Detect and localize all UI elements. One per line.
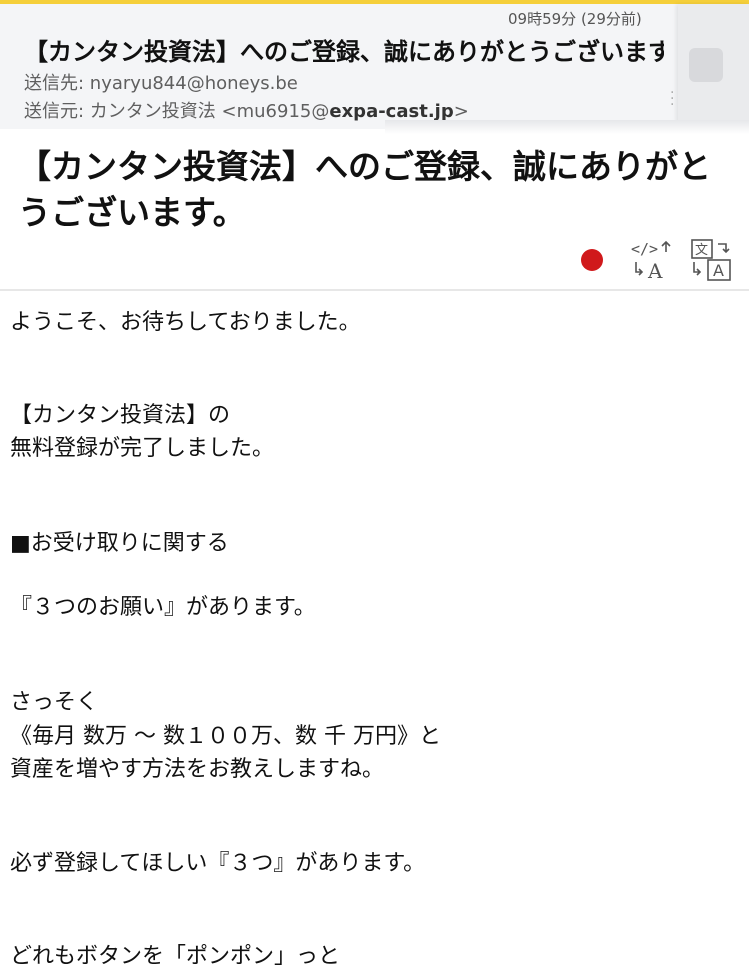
svg-text:</>: </>: [631, 240, 658, 258]
header-subject[interactable]: 【カンタン投資法】へのご登録、誠にありがとうございます: [24, 32, 664, 67]
svg-text:A: A: [647, 259, 663, 282]
body-line: 資産を増やす方法をお教えしますね。: [10, 757, 385, 782]
body-line: さっそく: [10, 690, 99, 715]
body-line: 必ず登録してほしい『３つ』があります。: [10, 851, 426, 876]
translate-icon[interactable]: 文 A: [688, 238, 734, 282]
select-checkbox[interactable]: [689, 48, 723, 82]
recipient-line[interactable]: 送信先: nyaryu844@honeys.be: [24, 69, 298, 95]
body-line: ■お受け取りに関する: [10, 531, 229, 556]
from-name[interactable]: カンタン投資法 <mu6915@: [90, 101, 330, 122]
red-dot-icon[interactable]: [581, 249, 603, 271]
body-line: 無料登録が完了しました。: [10, 436, 275, 461]
body-line: ようこそ、お待ちしておりました。: [10, 310, 361, 335]
header-divider: [0, 289, 749, 291]
svg-text:A: A: [713, 261, 724, 280]
code-translate-icon[interactable]: </> A: [628, 238, 674, 282]
body-line: 『３つのお願い』があります。: [10, 595, 316, 620]
to-label: 送信先:: [24, 73, 90, 94]
svg-text:文: 文: [695, 243, 708, 258]
from-domain[interactable]: expa-cast.jp: [329, 101, 453, 122]
body-line: どれもボタンを「ポンポン」っと: [10, 944, 341, 969]
email-title: 【カンタン投資法】へのご登録、誠にありがとうございます。: [18, 147, 711, 232]
from-end: >: [453, 101, 469, 122]
body-line: 《毎月 数万 〜 数１００万、数 千 万円》と: [10, 724, 441, 749]
header-shadow: [385, 120, 749, 134]
body-line: 【カンタン投資法】の: [10, 403, 231, 428]
from-label: 送信元:: [24, 101, 90, 122]
to-address[interactable]: nyaryu844@honeys.be: [90, 73, 298, 94]
more-menu-icon[interactable]: · · ·: [670, 86, 674, 112]
received-time: 09時59分 (29分前): [508, 10, 642, 28]
mail-header: 09時59分 (29分前) 【カンタン投資法】へのご登録、誠にありがとうございま…: [0, 4, 749, 129]
